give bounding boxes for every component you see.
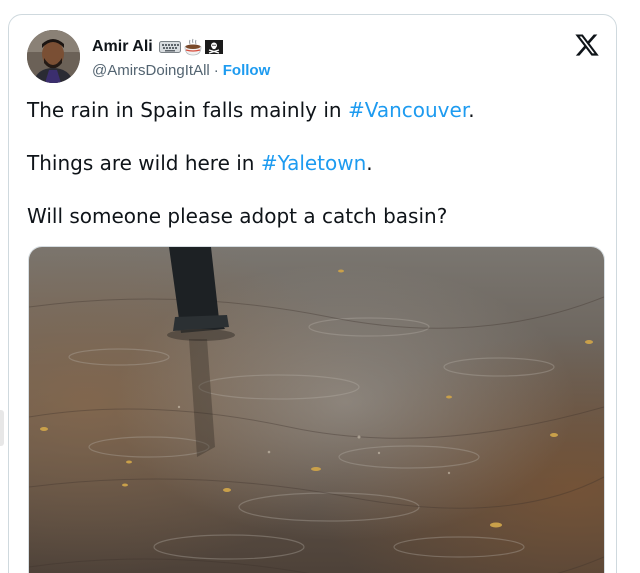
- hashtag-yaletown-link[interactable]: #Yaletown: [261, 151, 366, 175]
- keyboard-icon: [158, 41, 181, 53]
- handle-row: @AmirsDoingItAll · Follow: [92, 62, 270, 79]
- avatar[interactable]: [27, 30, 80, 83]
- pirate-flag-icon: [204, 40, 223, 54]
- tweet-card[interactable]: Amir Ali @AmirsDoingItAll · Follow The r…: [8, 14, 617, 573]
- hashtag-vancouver-link[interactable]: #Vancouver: [348, 98, 468, 122]
- display-name[interactable]: Amir Ali: [92, 38, 153, 56]
- page: Amir Ali @AmirsDoingItAll · Follow The r…: [0, 0, 640, 573]
- name-row: Amir Ali: [92, 36, 223, 58]
- separator-dot: ·: [213, 62, 219, 79]
- paragraph-2-period: .: [366, 151, 373, 175]
- paragraph-1-text: The rain in Spain falls mainly in: [27, 98, 348, 122]
- x-logo-icon[interactable]: [574, 32, 600, 58]
- follow-button[interactable]: Follow: [223, 62, 271, 79]
- tweet-paragraph-2: Things are wild here in #Yaletown.: [27, 150, 597, 177]
- tweet-paragraph-3: Will someone please adopt a catch basin?: [27, 204, 448, 228]
- paragraph-1-period: .: [468, 98, 475, 122]
- paragraph-2-text: Things are wild here in: [27, 151, 261, 175]
- avatar-image: [27, 30, 80, 83]
- scroll-edge-marker: [0, 410, 4, 446]
- tweet-media-photo[interactable]: [28, 246, 605, 573]
- flooded-street-image: [29, 247, 604, 573]
- coffee-icon: [184, 38, 202, 56]
- tweet-header: Amir Ali @AmirsDoingItAll · Follow: [27, 30, 607, 86]
- user-handle[interactable]: @AmirsDoingItAll: [92, 62, 210, 79]
- tweet-paragraph-1: The rain in Spain falls mainly in #Vanco…: [27, 97, 597, 124]
- name-emoji-badges: [158, 37, 223, 57]
- tweet-body: The rain in Spain falls mainly in #Vanco…: [27, 97, 597, 256]
